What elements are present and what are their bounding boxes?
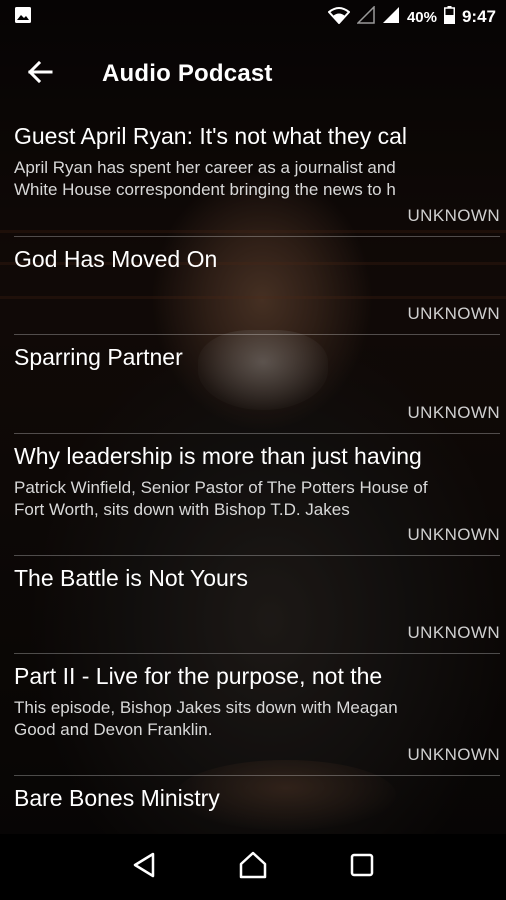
page-title: Audio Podcast [102, 60, 273, 87]
list-item[interactable]: Bare Bones Ministry [14, 776, 500, 834]
episode-status: UNKNOWN [407, 525, 500, 544]
battery-icon [443, 6, 455, 28]
clock: 9:47 [461, 7, 496, 26]
app-bar: Audio Podcast [0, 34, 506, 114]
episode-status: UNKNOWN [407, 403, 500, 422]
home-icon [238, 851, 268, 884]
episode-title: God Has Moved On [14, 246, 218, 272]
image-notification-icon [14, 6, 32, 29]
arrow-back-icon [27, 60, 53, 88]
back-triangle-icon [132, 852, 156, 883]
recents-square-icon [350, 853, 374, 882]
episode-title: The Battle is Not Yours [14, 565, 248, 591]
nav-back-button[interactable] [124, 847, 164, 887]
back-button[interactable] [20, 54, 60, 94]
signal-full-icon [382, 6, 400, 28]
episode-description: This episode, Bishop Jakes sits down wit… [14, 698, 398, 739]
episode-description: Patrick Winfield, Senior Pastor of The P… [14, 478, 428, 519]
episode-status: UNKNOWN [407, 745, 500, 764]
nav-home-button[interactable] [233, 847, 273, 887]
episode-status: UNKNOWN [407, 623, 500, 642]
episode-title: Sparring Partner [14, 344, 183, 370]
list-item[interactable]: God Has Moved On UNKNOWN [14, 237, 500, 335]
nav-recents-button[interactable] [342, 847, 382, 887]
list-item[interactable]: The Battle is Not Yours UNKNOWN [14, 556, 500, 654]
episode-status: UNKNOWN [407, 304, 500, 323]
navigation-bar [0, 834, 506, 900]
episode-title: Part II - Live for the purpose, not the [14, 663, 383, 689]
episode-status: UNKNOWN [407, 206, 500, 225]
episode-title: Why leadership is more than just having [14, 443, 422, 469]
list-item[interactable]: Why leadership is more than just having … [14, 434, 500, 556]
list-item[interactable]: Guest April Ryan: It's not what they cal… [14, 114, 500, 237]
episode-title: Guest April Ryan: It's not what they cal [14, 123, 408, 149]
list-item[interactable]: Sparring Partner UNKNOWN [14, 335, 500, 434]
screen: 40% 9:47 Audio Podcast Guest April Ryan:… [0, 0, 506, 900]
episode-list[interactable]: Guest April Ryan: It's not what they cal… [14, 114, 500, 834]
status-bar: 40% 9:47 [0, 0, 506, 34]
list-item[interactable]: Part II - Live for the purpose, not the … [14, 654, 500, 776]
signal-empty-icon [356, 5, 375, 28]
episode-title: Bare Bones Ministry [14, 785, 220, 811]
episode-description: April Ryan has spent her career as a jou… [14, 158, 396, 199]
battery-percent: 40% [406, 8, 437, 26]
wifi-icon [327, 6, 351, 28]
